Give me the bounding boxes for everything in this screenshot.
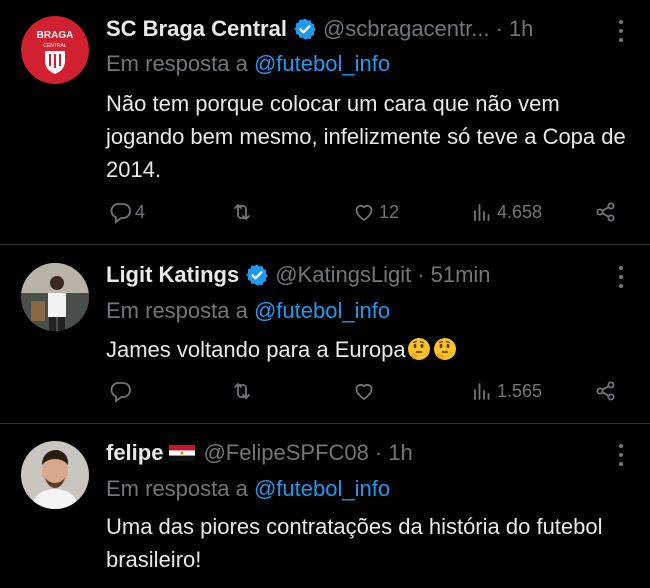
like-count: 12 (379, 201, 400, 222)
handle[interactable]: @KatingsLigit (275, 262, 411, 288)
retweet-icon (234, 204, 250, 220)
views-button[interactable]: 4.658 (470, 200, 542, 224)
timestamp[interactable]: 1h (509, 16, 533, 42)
more-options-icon[interactable] (618, 444, 624, 466)
reply-prefix: Em resposta a (106, 298, 248, 323)
tweet-header: Ligit Katings @KatingsLigit · 51min (106, 259, 606, 291)
avatar[interactable] (21, 441, 89, 509)
heart-icon (355, 204, 373, 221)
tweet-text-container: James voltando para a Europa (106, 333, 626, 366)
action-bar: 1.565 (0, 379, 650, 409)
share-button[interactable] (594, 379, 618, 403)
display-name[interactable]: SC Braga Central (106, 16, 287, 42)
share-icon (596, 381, 615, 401)
retweet-icon (234, 383, 250, 399)
display-name[interactable]: Ligit Katings (106, 262, 239, 288)
handle[interactable]: @FelipeSPFC08 (203, 440, 368, 466)
egypt-flag-icon (169, 445, 196, 461)
reply-icon (110, 203, 131, 224)
display-name[interactable]: felipe (106, 440, 163, 466)
reply-icon (110, 382, 131, 403)
views-icon (474, 204, 490, 221)
action-bar: 4 12 4.658 (0, 200, 650, 230)
views-icon (474, 383, 490, 400)
tweet-3[interactable]: felipe @FelipeSPFC08 · 1h Em resposta a … (0, 424, 650, 588)
retweet-button[interactable] (230, 200, 257, 224)
reply-mention-link[interactable]: @futebol_info (254, 51, 390, 76)
avatar-brand-top: BRAGA (37, 30, 74, 41)
more-options-icon[interactable] (618, 266, 624, 288)
tweet-text: Não tem porque colocar um cara que não v… (106, 91, 626, 182)
reply-context: Em resposta a @futebol_info (106, 298, 390, 324)
reply-prefix: Em resposta a (106, 51, 248, 76)
tweet-header: felipe @FelipeSPFC08 · 1h (106, 437, 606, 469)
share-icon (596, 202, 615, 222)
separator: · (374, 440, 383, 465)
separator: · (417, 262, 425, 287)
reply-context: Em resposta a @futebol_info (106, 476, 390, 502)
avatar-brand-bottom: CENTRAL (43, 43, 67, 49)
views-count: 1.565 (497, 380, 543, 401)
thinking-face-icon (407, 338, 430, 360)
tweet-text: James voltando para a Europa (106, 337, 406, 362)
tweet-text: Uma das piores contratações da história … (106, 514, 603, 572)
avatar[interactable] (21, 263, 89, 331)
verified-badge-icon (246, 264, 269, 286)
reply-button[interactable]: 4 (108, 200, 145, 224)
reply-prefix: Em resposta a (106, 476, 248, 501)
retweet-button[interactable] (230, 379, 257, 403)
views-count: 4.658 (497, 201, 543, 222)
timestamp[interactable]: 1h (388, 440, 412, 466)
share-button[interactable] (594, 200, 618, 224)
views-button[interactable]: 1.565 (470, 379, 542, 403)
more-options-icon[interactable] (618, 20, 624, 42)
verified-badge-icon (294, 18, 316, 40)
separator: · (495, 16, 503, 41)
timestamp[interactable]: 51min (431, 262, 491, 288)
handle[interactable]: @scbragacentr... (323, 16, 490, 42)
reply-button[interactable] (108, 379, 135, 403)
reply-context: Em resposta a @futebol_info (106, 51, 390, 77)
like-button[interactable]: 12 (352, 200, 399, 224)
thinking-face-icon (433, 338, 456, 360)
tweet-header: SC Braga Central @scbragacentr... · 1h (106, 13, 606, 45)
reply-count: 4 (135, 201, 146, 222)
tweet-1[interactable]: BRAGA CENTRAL SC Braga Central @scbragac… (0, 0, 650, 244)
reply-mention-link[interactable]: @futebol_info (254, 298, 390, 323)
tweet-2[interactable]: Ligit Katings @KatingsLigit · 51min Em r… (0, 245, 650, 423)
reply-mention-link[interactable]: @futebol_info (254, 476, 390, 501)
heart-icon (355, 383, 373, 400)
avatar[interactable]: BRAGA CENTRAL (21, 16, 89, 84)
like-button[interactable] (352, 379, 379, 403)
